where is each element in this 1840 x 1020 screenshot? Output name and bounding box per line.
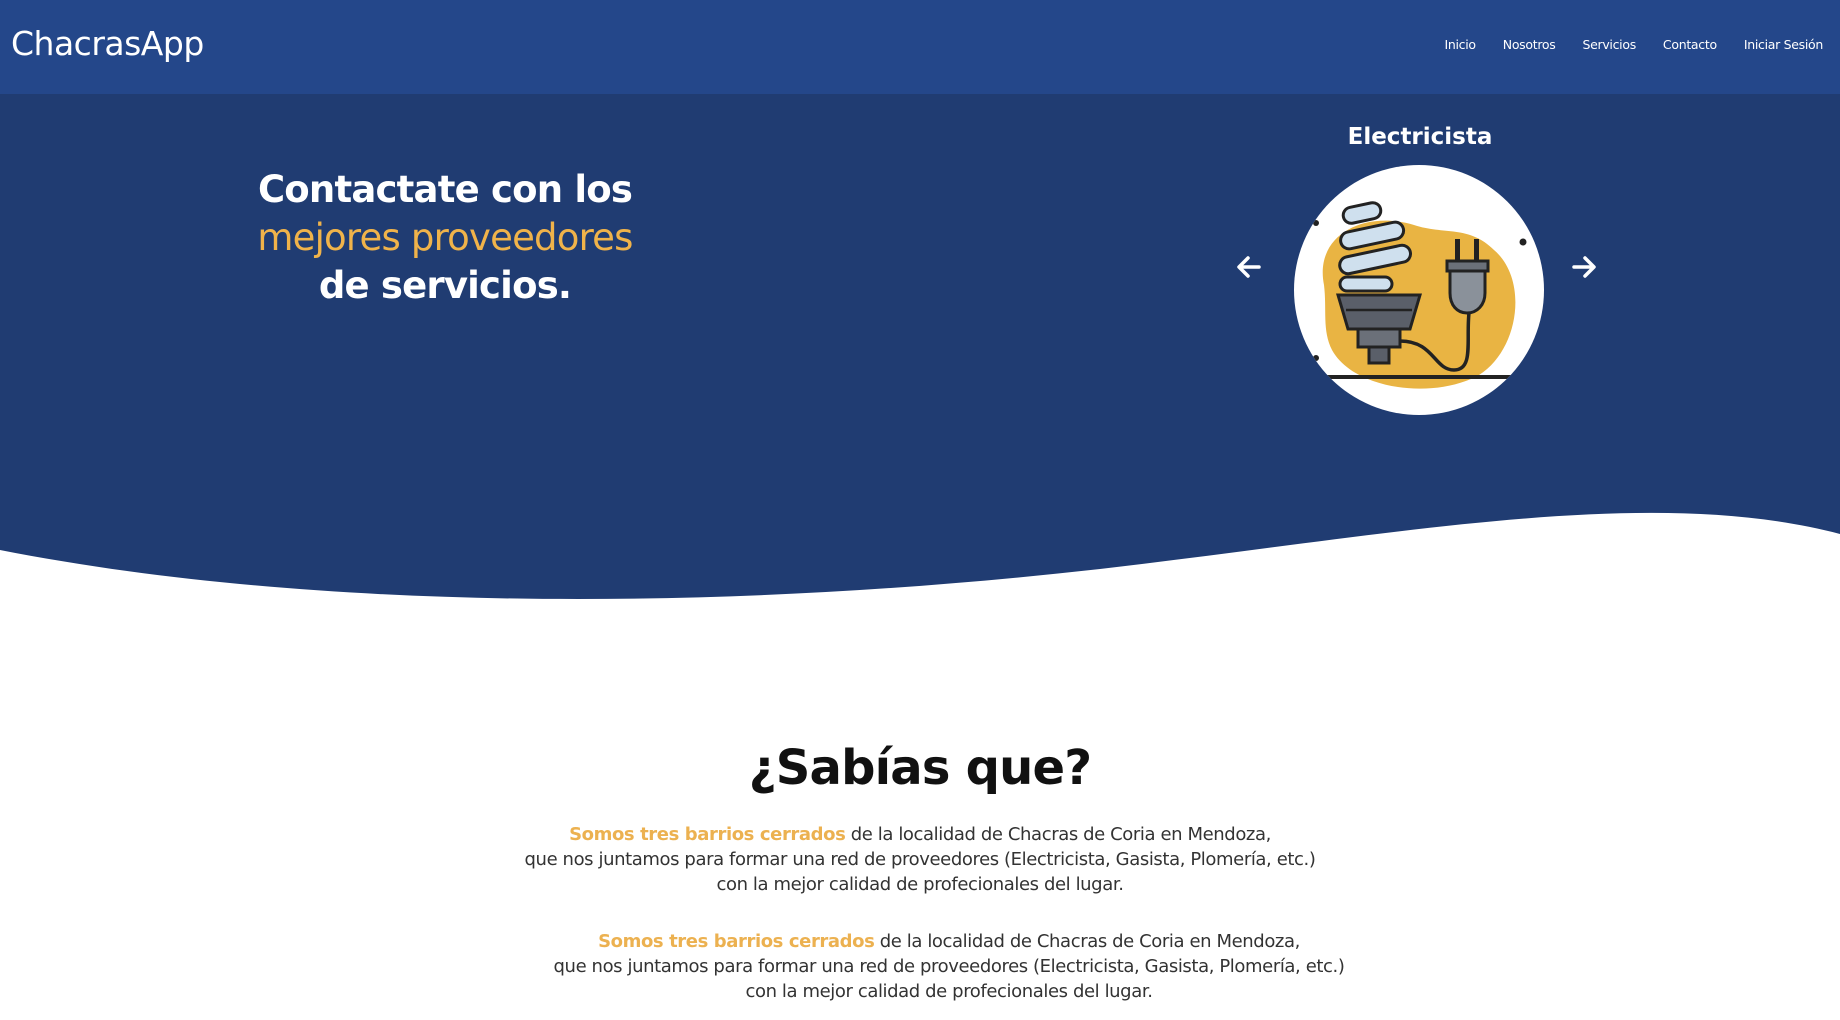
bulb-and-plug-icon: [1312, 201, 1527, 389]
about-section: ¿Sabías que? Somos tres barrios cerrados…: [0, 740, 1840, 1002]
paragraph-text: de la localidad de Chacras de Coria en M…: [845, 824, 1272, 845]
nav-link-inicio[interactable]: Inicio: [1445, 37, 1477, 52]
paragraph-text: con la mejor calidad de profecionales de…: [745, 981, 1153, 1002]
about-paragraph-2: Somos tres barrios cerrados de la locali…: [29, 929, 1840, 1004]
hero-line-1: Contactate con los: [257, 168, 633, 211]
nav-link-iniciar-sesion[interactable]: Iniciar Sesión: [1744, 37, 1823, 52]
arrow-left-icon[interactable]: [1231, 249, 1267, 285]
paragraph-text: que nos juntamos para formar una red de …: [524, 849, 1316, 870]
paragraph-text: que nos juntamos para formar una red de …: [553, 956, 1345, 977]
highlight-text: Somos tres barrios cerrados: [598, 931, 875, 952]
paragraph-text: con la mejor calidad de profecionales de…: [716, 874, 1124, 895]
nav-link-nosotros[interactable]: Nosotros: [1503, 37, 1556, 52]
about-paragraph-1: Somos tres barrios cerrados de la locali…: [0, 822, 1840, 897]
nav-link-contacto[interactable]: Contacto: [1663, 37, 1717, 52]
hero-headline: Contactate con los mejores proveedores d…: [145, 166, 745, 310]
nav-link-servicios[interactable]: Servicios: [1582, 37, 1636, 52]
section-title: ¿Sabías que?: [748, 740, 1092, 796]
highlight-text: Somos tres barrios cerrados: [569, 824, 846, 845]
arrow-right-icon[interactable]: [1566, 249, 1602, 285]
carousel-service-title: Electricista: [1347, 124, 1493, 150]
hero-line-3: de servicios.: [318, 264, 572, 307]
paragraph-text: de la localidad de Chacras de Coria en M…: [874, 931, 1301, 952]
navbar: ChacrasApp Inicio Nosotros Servicios Con…: [0, 0, 1840, 94]
brand-logo[interactable]: ChacrasApp: [11, 24, 204, 63]
nav-links: Inicio Nosotros Servicios Contacto Inici…: [1445, 37, 1824, 52]
carousel-image: [1294, 165, 1544, 415]
hero-section: Contactate con los mejores proveedores d…: [0, 94, 1840, 614]
hero-line-2: mejores proveedores: [257, 216, 633, 259]
